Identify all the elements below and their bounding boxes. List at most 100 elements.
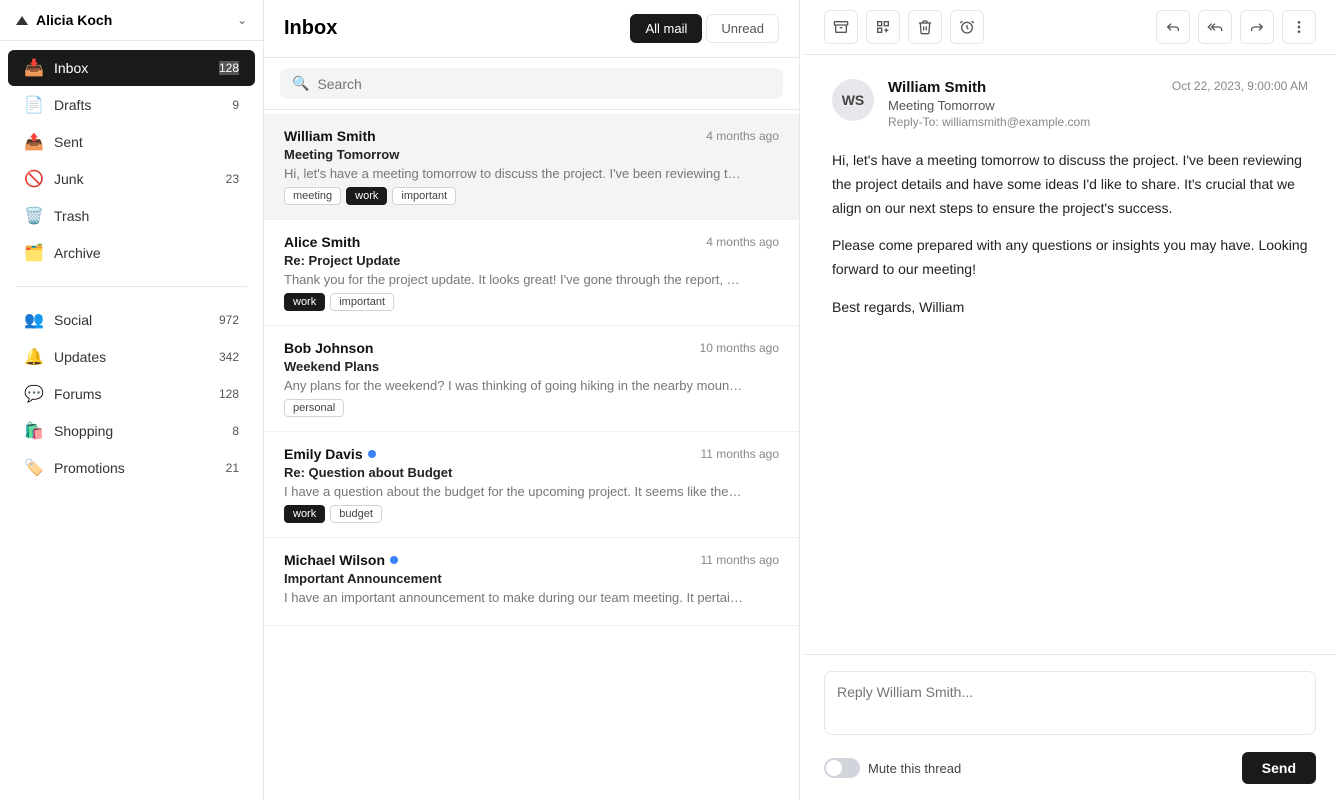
email-sender: William Smith: [284, 128, 376, 144]
detail-date: Oct 22, 2023, 9:00:00 AM: [1172, 79, 1308, 93]
snooze-button[interactable]: [950, 10, 984, 44]
search-input[interactable]: [317, 76, 771, 92]
sidebar-item-social[interactable]: 👥 Social 972: [8, 302, 255, 338]
email-time: 11 months ago: [701, 447, 780, 461]
detail-sender-info: William Smith Meeting Tomorrow Reply-To:…: [888, 79, 1158, 129]
updates-icon: 🔔: [24, 347, 44, 367]
detail-content: WS William Smith Meeting Tomorrow Reply-…: [804, 55, 1336, 654]
email-time: 10 months ago: [700, 341, 779, 355]
email-item[interactable]: Michael Wilson 11 months ago Important A…: [264, 538, 799, 626]
email-detail-panel: WS William Smith Meeting Tomorrow Reply-…: [804, 0, 1336, 800]
inbox-badge: 128: [219, 61, 239, 75]
tag: work: [346, 187, 387, 205]
updates-label: Updates: [54, 349, 209, 365]
reply-button[interactable]: [1156, 10, 1190, 44]
email-subject: Important Announcement: [284, 571, 779, 586]
email-list: William Smith 4 months ago Meeting Tomor…: [264, 110, 799, 800]
email-time: 4 months ago: [706, 235, 779, 249]
updates-badge: 342: [219, 350, 239, 364]
reply-all-button[interactable]: [1198, 10, 1232, 44]
junk-badge: 23: [226, 172, 239, 186]
tab-unread[interactable]: Unread: [706, 14, 779, 43]
promotions-icon: 🏷️: [24, 458, 44, 478]
social-label: Social: [54, 312, 209, 328]
email-preview: I have a question about the budget for t…: [284, 484, 744, 499]
sidebar-item-updates[interactable]: 🔔 Updates 342: [8, 339, 255, 375]
promotions-badge: 21: [226, 461, 239, 475]
email-item[interactable]: Emily Davis 11 months ago Re: Question a…: [264, 432, 799, 538]
categories-nav: 👥 Social 972 🔔 Updates 342 💬 Forums 128 …: [0, 293, 263, 495]
email-subject: Weekend Plans: [284, 359, 779, 374]
sidebar-item-drafts[interactable]: 📄 Drafts 9: [8, 87, 255, 123]
sidebar-item-archive[interactable]: 🗂️ Archive: [8, 235, 255, 271]
tab-all-mail[interactable]: All mail: [630, 14, 702, 43]
search-bar: 🔍: [264, 58, 799, 110]
email-item[interactable]: William Smith 4 months ago Meeting Tomor…: [264, 114, 799, 220]
unread-indicator: [368, 450, 376, 458]
forums-label: Forums: [54, 386, 209, 402]
sent-icon: 📤: [24, 132, 44, 152]
account-header[interactable]: Alicia Koch ⌄: [0, 0, 263, 41]
trash-label: Trash: [54, 208, 239, 224]
email-item[interactable]: Bob Johnson 10 months ago Weekend Plans …: [264, 326, 799, 432]
tag: important: [392, 187, 456, 205]
send-button[interactable]: Send: [1242, 752, 1316, 784]
email-preview: Any plans for the weekend? I was thinkin…: [284, 378, 744, 393]
sidebar-item-junk[interactable]: 🚫 Junk 23: [8, 161, 255, 197]
email-detail-header: WS William Smith Meeting Tomorrow Reply-…: [832, 79, 1308, 129]
sidebar-item-forums[interactable]: 💬 Forums 128: [8, 376, 255, 412]
drafts-badge: 9: [232, 98, 239, 112]
account-name: Alicia Koch: [36, 12, 229, 28]
email-preview: Thank you for the project update. It loo…: [284, 272, 744, 287]
sidebar-item-shopping[interactable]: 🛍️ Shopping 8: [8, 413, 255, 449]
email-subject: Meeting Tomorrow: [284, 147, 779, 162]
trash-icon: 🗑️: [24, 206, 44, 226]
tag: work: [284, 293, 325, 311]
detail-toolbar: [804, 0, 1336, 55]
delete-button[interactable]: [908, 10, 942, 44]
forward-button[interactable]: [1240, 10, 1274, 44]
panel-title: Inbox: [284, 17, 337, 40]
email-item[interactable]: Alice Smith 4 months ago Re: Project Upd…: [264, 220, 799, 326]
detail-footer: Mute this thread Send: [804, 654, 1336, 800]
email-item-header: William Smith 4 months ago: [284, 128, 779, 144]
sidebar: Alicia Koch ⌄ 📥 Inbox 128 📄 Drafts 9 📤 S…: [0, 0, 264, 800]
junk-label: Junk: [54, 171, 216, 187]
email-list-panel: Inbox All mail Unread 🔍 William Smith 4 …: [264, 0, 800, 800]
chevron-down-icon: ⌄: [237, 13, 247, 27]
more-options-button[interactable]: [1282, 10, 1316, 44]
sidebar-item-sent[interactable]: 📤 Sent: [8, 124, 255, 160]
resize-handle[interactable]: [800, 0, 804, 800]
archive-button[interactable]: [824, 10, 858, 44]
archive-icon: 🗂️: [24, 243, 44, 263]
email-body-p1: Hi, let's have a meeting tomorrow to dis…: [832, 149, 1308, 220]
tab-group: All mail Unread: [630, 14, 779, 43]
email-time: 11 months ago: [701, 553, 780, 567]
email-tags: personal: [284, 399, 779, 417]
reply-textarea[interactable]: [824, 671, 1316, 735]
mute-toggle[interactable]: [824, 758, 860, 778]
email-tags: work budget: [284, 505, 779, 523]
unread-indicator: [390, 556, 398, 564]
tag: meeting: [284, 187, 341, 205]
email-sender: Bob Johnson: [284, 340, 373, 356]
sidebar-item-inbox[interactable]: 📥 Inbox 128: [8, 50, 255, 86]
tag: work: [284, 505, 325, 523]
mute-label: Mute this thread: [868, 761, 961, 776]
email-body-p3: Best regards, William: [832, 296, 1308, 320]
drafts-icon: 📄: [24, 95, 44, 115]
shopping-icon: 🛍️: [24, 421, 44, 441]
shopping-badge: 8: [232, 424, 239, 438]
sent-label: Sent: [54, 134, 239, 150]
email-body-p2: Please come prepared with any questions …: [832, 234, 1308, 282]
mute-group: Mute this thread: [824, 758, 961, 778]
move-button[interactable]: [866, 10, 900, 44]
email-preview: I have an important announcement to make…: [284, 590, 744, 605]
forums-icon: 💬: [24, 384, 44, 404]
sidebar-item-promotions[interactable]: 🏷️ Promotions 21: [8, 450, 255, 486]
tag: budget: [330, 505, 382, 523]
sidebar-item-trash[interactable]: 🗑️ Trash: [8, 198, 255, 234]
search-icon: 🔍: [292, 75, 309, 92]
email-preview: Hi, let's have a meeting tomorrow to dis…: [284, 166, 744, 181]
email-body: Hi, let's have a meeting tomorrow to dis…: [832, 149, 1308, 320]
